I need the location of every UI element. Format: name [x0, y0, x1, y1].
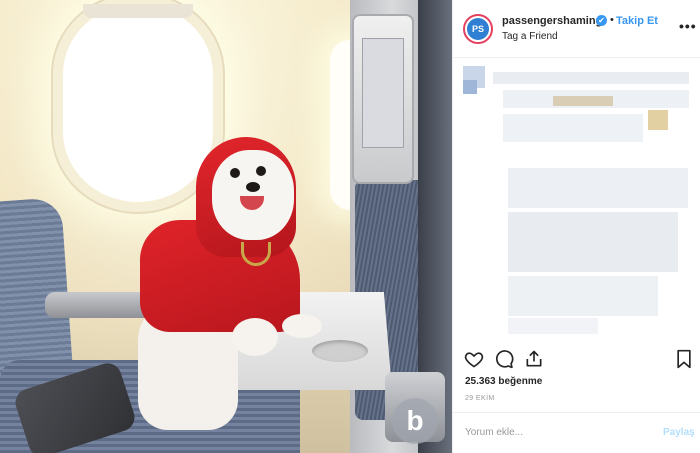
- share-icon[interactable]: [523, 348, 545, 370]
- pixelated-block: [508, 168, 688, 208]
- cup-holder: [312, 340, 368, 362]
- pixelated-block: [553, 96, 613, 106]
- avatar-logo: PS: [467, 18, 489, 40]
- post-date[interactable]: 29 EKİM: [465, 395, 495, 402]
- post-actions: [453, 346, 700, 374]
- watermark-logo: b: [392, 398, 438, 444]
- pixelated-block: [503, 114, 643, 142]
- location-subtitle[interactable]: Tag a Friend: [502, 31, 558, 42]
- avatar[interactable]: PS: [463, 14, 493, 44]
- dog-nose: [246, 182, 260, 192]
- pixelated-block: [508, 318, 598, 334]
- more-options-icon[interactable]: •••: [679, 18, 697, 34]
- dog-eye: [230, 168, 240, 178]
- post-side-panel: PS passengershaming ✔ • Takip Et Tag a F…: [452, 0, 700, 453]
- like-count[interactable]: 25.363 beğenme: [465, 376, 542, 387]
- dog-paw: [282, 314, 322, 338]
- seat-screen: [352, 14, 414, 184]
- dog-face: [212, 150, 294, 240]
- seat-screen-display: [362, 38, 404, 148]
- follow-button[interactable]: Takip Et: [616, 15, 658, 27]
- post-header: PS passengershaming ✔ • Takip Et Tag a F…: [453, 0, 700, 58]
- username-link[interactable]: passengershaming: [502, 15, 602, 27]
- comment-input[interactable]: Yorum ekle...: [465, 427, 523, 438]
- airplane-window: [63, 4, 213, 202]
- post-comment-button[interactable]: Paylaş: [663, 427, 695, 438]
- window-shade: [83, 4, 193, 18]
- dog-eye: [256, 166, 266, 176]
- separator-dot: •: [610, 14, 614, 26]
- pixelated-block: [648, 110, 668, 130]
- comment-icon[interactable]: [493, 348, 515, 370]
- pixelated-block: [493, 72, 689, 84]
- post-photo[interactable]: b: [0, 0, 452, 453]
- dog-paw: [232, 318, 278, 356]
- verified-badge-icon: ✔: [596, 15, 607, 26]
- comment-bar: Yorum ekle... Paylaş: [453, 412, 700, 453]
- pixelated-block: [508, 212, 678, 272]
- pixelated-caption: [463, 66, 695, 336]
- bookmark-icon[interactable]: [673, 348, 695, 370]
- heart-icon[interactable]: [463, 348, 485, 370]
- pixelated-block: [508, 276, 658, 316]
- pixelated-block: [463, 80, 477, 94]
